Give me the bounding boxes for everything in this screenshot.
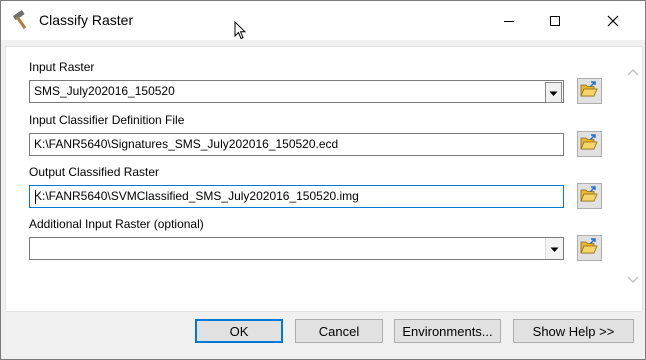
- output-classified-raster-label: Output Classified Raster: [29, 165, 160, 179]
- chevron-down-icon: [550, 242, 559, 256]
- chevron-down-icon: [549, 86, 558, 100]
- input-raster-browse-button[interactable]: [577, 78, 602, 104]
- minimize-button[interactable]: [486, 1, 532, 40]
- close-icon: [607, 15, 619, 27]
- dialog-body: Input Raster SMS_July202016_150520 Input…: [1, 40, 645, 359]
- parameters-panel[interactable]: Input Raster SMS_July202016_150520 Input…: [5, 46, 643, 312]
- hammer-icon: [11, 10, 33, 30]
- output-classified-raster-value: K:\FANR5640\SVMClassified_SMS_July202016…: [34, 189, 359, 203]
- scroll-up-icon[interactable]: [627, 65, 639, 79]
- classifier-definition-label: Input Classifier Definition File: [29, 113, 185, 127]
- text-caret: [35, 190, 36, 204]
- input-raster-label: Input Raster: [29, 60, 95, 74]
- open-folder-icon: [580, 81, 599, 101]
- show-help-button[interactable]: Show Help >>: [513, 319, 634, 343]
- classify-raster-dialog: Classify Raster Input Raster SMS_July202…: [0, 0, 646, 360]
- maximize-button[interactable]: [532, 1, 578, 40]
- classifier-definition-input[interactable]: K:\FANR5640\Signatures_SMS_July202016_15…: [29, 133, 564, 156]
- open-folder-icon: [580, 238, 599, 258]
- additional-input-raster-browse-button[interactable]: [577, 235, 602, 261]
- input-raster-dropdown-button[interactable]: [545, 82, 562, 103]
- open-folder-icon: [580, 134, 599, 154]
- ok-button[interactable]: OK: [195, 319, 283, 343]
- classifier-definition-browse-button[interactable]: [577, 131, 602, 157]
- input-raster-value: SMS_July202016_150520: [34, 84, 175, 98]
- window-title: Classify Raster: [39, 12, 134, 28]
- additional-input-raster-dropdown-button[interactable]: [545, 238, 563, 259]
- maximize-icon: [549, 15, 561, 27]
- scroll-down-icon[interactable]: [627, 273, 639, 287]
- open-folder-icon: [580, 186, 599, 206]
- environments-button[interactable]: Environments...: [394, 319, 501, 343]
- minimize-icon: [503, 15, 515, 27]
- additional-input-raster-combo[interactable]: [29, 237, 564, 260]
- input-raster-combo[interactable]: SMS_July202016_150520: [29, 80, 564, 103]
- output-classified-raster-input[interactable]: K:\FANR5640\SVMClassified_SMS_July202016…: [29, 185, 564, 208]
- vertical-scrollbar[interactable]: [624, 47, 642, 311]
- cancel-button[interactable]: Cancel: [295, 319, 383, 343]
- output-classified-raster-browse-button[interactable]: [577, 183, 602, 209]
- classifier-definition-value: K:\FANR5640\Signatures_SMS_July202016_15…: [34, 137, 339, 151]
- close-button[interactable]: [590, 1, 636, 40]
- additional-input-raster-label: Additional Input Raster (optional): [29, 217, 204, 231]
- title-bar[interactable]: Classify Raster: [1, 1, 645, 40]
